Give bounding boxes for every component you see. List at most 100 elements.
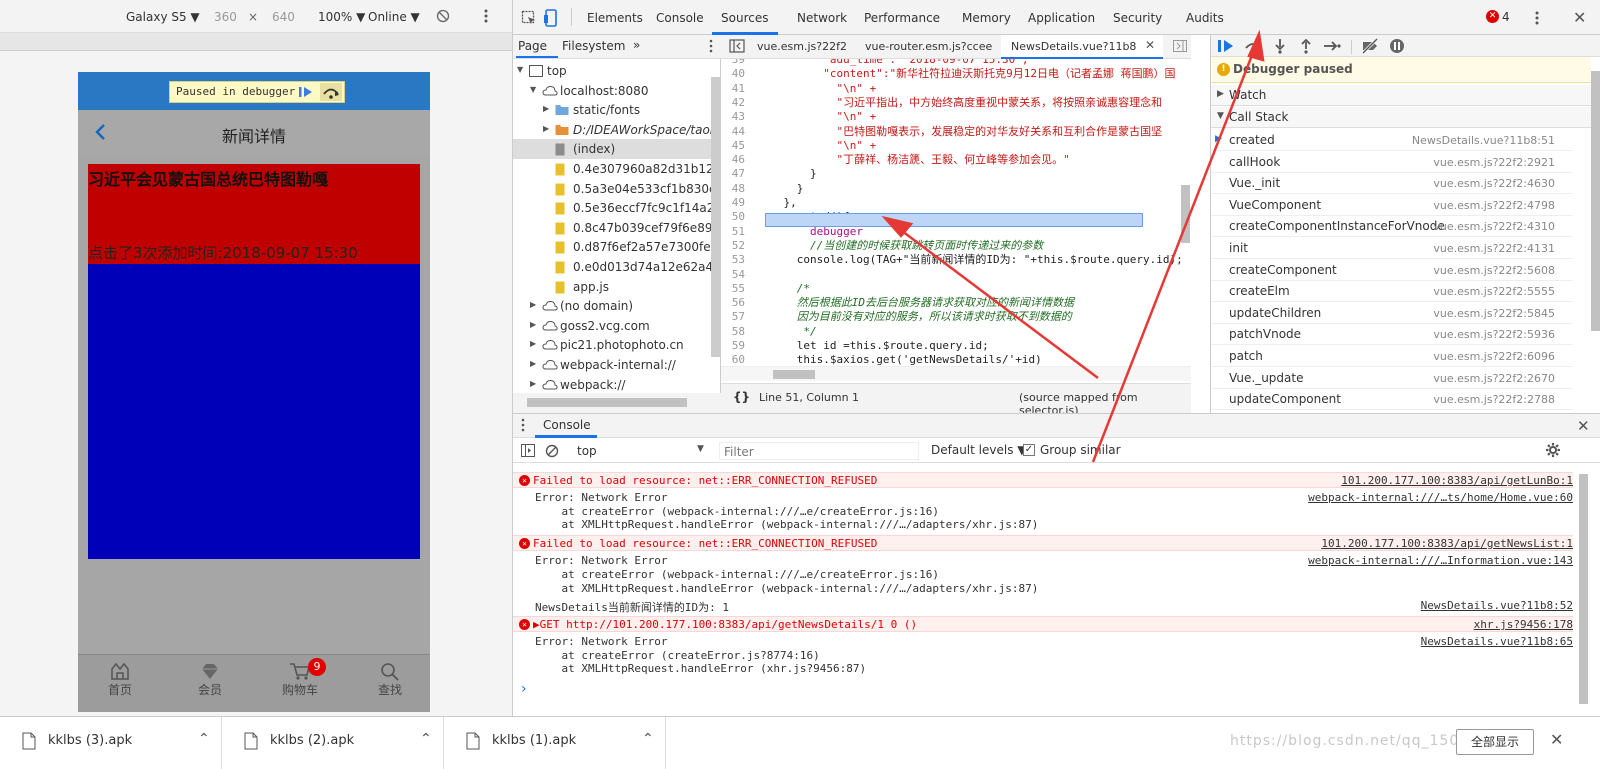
- show-all-button[interactable]: 全部显示: [1456, 729, 1534, 755]
- drawer-tab-console[interactable]: Console: [543, 418, 591, 432]
- line-number[interactable]: 54: [721, 268, 757, 282]
- frame-location[interactable]: vue.esm.js?22f2:5936: [1433, 328, 1555, 341]
- console-source-link[interactable]: 101.200.177.100:8383/api/getLunBo:1: [1341, 474, 1573, 487]
- step-out-icon[interactable]: [1299, 38, 1313, 54]
- tab-audits[interactable]: Audits: [1186, 11, 1224, 25]
- console-settings-icon[interactable]: [1545, 442, 1561, 458]
- step-icon[interactable]: [1323, 38, 1341, 54]
- line-number[interactable]: 39: [721, 59, 757, 67]
- frame-location[interactable]: vue.esm.js?22f2:4630: [1433, 177, 1555, 190]
- line-number[interactable]: 52: [721, 239, 757, 253]
- console-source-link[interactable]: NewsDetails.vue?11b8:52: [1421, 599, 1573, 612]
- device-toolbar-icon[interactable]: [543, 9, 559, 27]
- tree-item[interactable]: 0.5e36eccf7fc9c1f14a27.hot: [513, 198, 713, 218]
- tab-home[interactable]: 首页: [90, 661, 150, 698]
- editor-scrollbar[interactable]: [1181, 185, 1190, 243]
- pretty-print-button[interactable]: {}: [733, 390, 750, 404]
- drawer-menu-icon[interactable]: [521, 418, 525, 432]
- collapse-arrow-icon[interactable]: ▶: [530, 359, 536, 368]
- console-source-link[interactable]: xhr.js?9456:178: [1474, 618, 1573, 631]
- tree-item[interactable]: ▼ top: [513, 61, 713, 81]
- line-number[interactable]: 42: [721, 96, 757, 110]
- close-downloads-icon[interactable]: ✕: [1550, 730, 1563, 749]
- line-number[interactable]: 50: [721, 210, 757, 224]
- collapse-arrow-icon[interactable]: ▶: [530, 339, 536, 348]
- editor-hscroll[interactable]: [721, 366, 1191, 381]
- toggle-navigator-icon[interactable]: [729, 39, 745, 53]
- line-number[interactable]: 58: [721, 325, 757, 339]
- call-stack-frame[interactable]: Vue._update vue.esm.js?22f2:2670: [1211, 367, 1573, 389]
- frame-location[interactable]: vue.esm.js?22f2:5555: [1433, 285, 1555, 298]
- frame-location[interactable]: vue.esm.js?22f2:2670: [1433, 372, 1555, 385]
- callstack-section-header[interactable]: ▼ Call Stack: [1211, 107, 1591, 128]
- device-select[interactable]: Galaxy S5 ▼: [126, 10, 200, 24]
- call-stack-frame[interactable]: patch vue.esm.js?22f2:6096: [1211, 345, 1573, 367]
- resume-icon[interactable]: [298, 85, 314, 99]
- chevron-up-icon[interactable]: ⌃: [198, 731, 210, 747]
- tab-performance[interactable]: Performance: [864, 11, 940, 25]
- call-stack-frame[interactable]: callHook vue.esm.js?22f2:2921: [1211, 151, 1573, 173]
- line-number[interactable]: 48: [721, 182, 757, 196]
- console-source-link[interactable]: NewsDetails.vue?11b8:65: [1421, 635, 1573, 648]
- call-stack-frame[interactable]: Vue._init vue.esm.js?22f2:4630: [1211, 172, 1573, 195]
- media-query-ruler[interactable]: [0, 33, 512, 51]
- navigator-tab-filesystem[interactable]: Filesystem: [562, 39, 625, 53]
- resume-icon[interactable]: [1217, 38, 1235, 54]
- frame-location[interactable]: vue.esm.js?22f2:5608: [1433, 264, 1555, 277]
- log-levels-select[interactable]: Default levels ▼: [931, 443, 1027, 457]
- frame-location[interactable]: vue.esm.js?22f2:4131: [1433, 242, 1555, 255]
- console-scrollbar[interactable]: [1579, 474, 1588, 704]
- close-devtools-icon[interactable]: ✕: [1573, 8, 1586, 27]
- expand-arrow-icon[interactable]: ▼: [530, 85, 536, 94]
- file-tab-vue-esm[interactable]: vue.esm.js?22f2: [757, 40, 847, 53]
- line-number[interactable]: 51: [721, 225, 757, 239]
- line-number[interactable]: 43: [721, 110, 757, 124]
- call-stack-frame[interactable]: createComponent vue.esm.js?22f2:5608: [1211, 259, 1573, 281]
- step-over-icon[interactable]: [1243, 38, 1263, 54]
- tab-elements[interactable]: Elements: [587, 11, 643, 25]
- call-stack-frame[interactable]: updateChildren vue.esm.js?22f2:5845: [1211, 302, 1573, 324]
- tree-item[interactable]: ▶ webpack-internal://: [513, 355, 713, 375]
- tab-security[interactable]: Security: [1113, 11, 1162, 25]
- error-count[interactable]: 4: [1502, 10, 1510, 24]
- call-stack-frame[interactable]: createComponentInstanceForVnode vue.esm.j…: [1211, 215, 1573, 238]
- error-icon[interactable]: ✕: [1486, 10, 1499, 23]
- collapse-arrow-icon[interactable]: ▶: [530, 300, 536, 309]
- frame-location[interactable]: NewsDetails.vue?11b8:51: [1412, 134, 1555, 147]
- group-similar-checkbox[interactable]: ✓: [1023, 444, 1035, 456]
- line-number[interactable]: 40: [721, 67, 757, 81]
- download-item[interactable]: kklbs (2).apk ⌃: [222, 717, 444, 769]
- call-stack-frame[interactable]: init vue.esm.js?22f2:4131: [1211, 237, 1573, 259]
- frame-location[interactable]: vue.esm.js?22f2:6096: [1433, 350, 1555, 363]
- close-tab-icon[interactable]: ✕: [1145, 38, 1155, 52]
- collapse-arrow-icon[interactable]: ▶: [530, 379, 536, 388]
- console-source-link[interactable]: 101.200.177.100:8383/api/getNewsList:1: [1321, 537, 1573, 550]
- tree-item[interactable]: 0.8c47b039cef79f6e89eb.ho: [513, 218, 713, 238]
- tree-item[interactable]: ▶ webpack://: [513, 375, 713, 395]
- navigator-tab-page[interactable]: Page: [518, 39, 547, 53]
- tree-item[interactable]: 0.e0d013d74a12e62a4cb9.h: [513, 257, 713, 277]
- call-stack-frame[interactable]: createElm vue.esm.js?22f2:5555: [1211, 280, 1573, 303]
- line-number[interactable]: 56: [721, 296, 757, 310]
- line-number[interactable]: 44: [721, 125, 757, 139]
- tree-item[interactable]: 0.5a3e04e533cf1b830e91.ho: [513, 179, 713, 199]
- tab-sources[interactable]: Sources: [721, 11, 768, 25]
- step-into-icon[interactable]: [1273, 38, 1287, 54]
- tree-item[interactable]: ▶ static/fonts: [513, 100, 713, 120]
- toggle-debugger-icon[interactable]: [1173, 40, 1187, 52]
- rotate-icon[interactable]: [436, 9, 450, 23]
- line-number[interactable]: 49: [721, 196, 757, 210]
- network-select[interactable]: Online ▼: [368, 10, 420, 24]
- line-number[interactable]: 46: [721, 153, 757, 167]
- line-number[interactable]: 53: [721, 253, 757, 267]
- tree-item[interactable]: app.js: [513, 277, 713, 297]
- tab-console[interactable]: Console: [656, 11, 704, 25]
- close-drawer-icon[interactable]: ✕: [1577, 417, 1590, 435]
- navigator-scrollbar[interactable]: [711, 77, 720, 357]
- tree-item[interactable]: ▶ pic21.photophoto.cn: [513, 335, 713, 355]
- console-source-link[interactable]: webpack-internal:///…Information.vue:143: [1308, 554, 1573, 567]
- more-options-icon[interactable]: [484, 8, 488, 24]
- navigator-menu-icon[interactable]: [709, 39, 713, 53]
- frame-location[interactable]: vue.esm.js?22f2:2788: [1433, 393, 1555, 406]
- call-stack-frame[interactable]: VueComponent vue.esm.js?22f2:4798: [1211, 194, 1573, 216]
